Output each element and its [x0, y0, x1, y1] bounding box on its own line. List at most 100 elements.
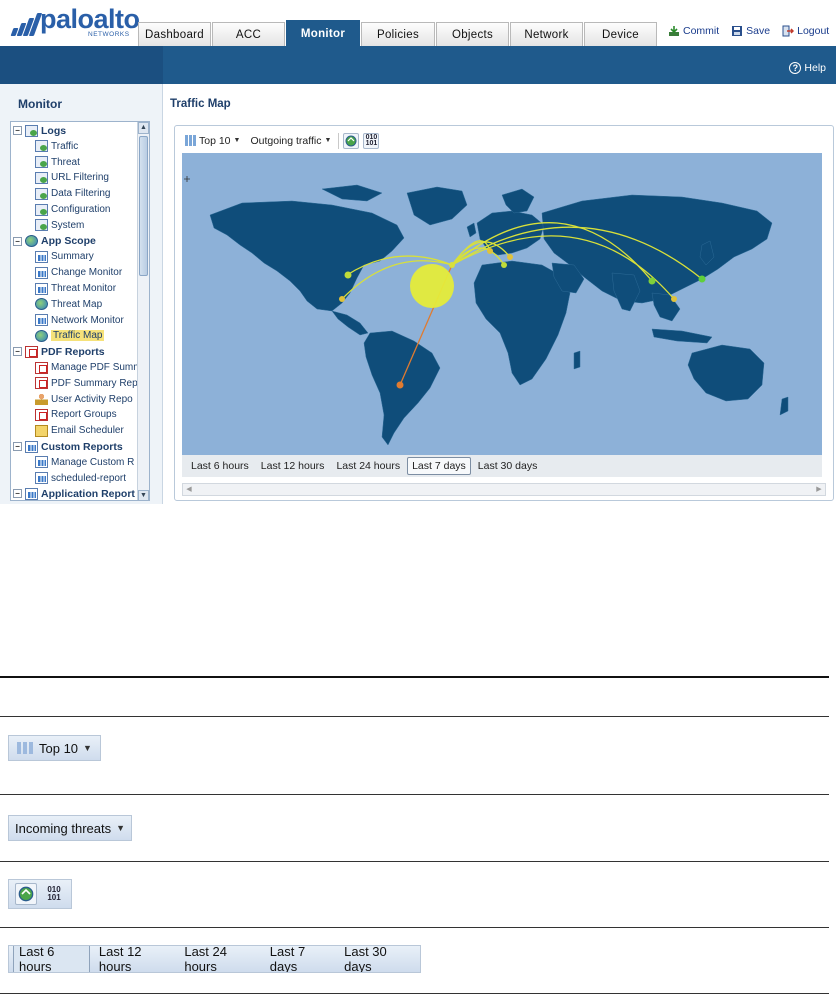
legend-header-row	[0, 678, 829, 717]
top-n-label: Top 10	[199, 134, 231, 147]
commit-button[interactable]: Commit	[668, 25, 719, 37]
user-icon	[35, 393, 48, 406]
legend-direction-label: Incoming threats	[15, 820, 112, 836]
tab-dashboard[interactable]: Dashboard	[138, 22, 211, 46]
tree-item[interactable]: Data Filtering	[35, 186, 110, 201]
legend-time-7d: Last 7 days	[269, 945, 306, 973]
tree-vertical-scrollbar[interactable]: ▲ ▼	[137, 122, 149, 500]
collapse-icon[interactable]: −	[13, 236, 22, 246]
tree-item[interactable]: Traffic Map	[35, 328, 105, 343]
tree-label: PDF Summary Rep	[51, 377, 138, 389]
globe-icon	[35, 298, 48, 311]
refresh-globe-icon	[15, 883, 37, 905]
tree-label: Threat	[51, 156, 80, 168]
tree-item[interactable]: Summary	[35, 249, 94, 264]
tree-label: System	[51, 219, 85, 231]
legend-time-6h: Last 6 hours	[13, 946, 90, 972]
tab-policies[interactable]: Policies	[361, 22, 435, 46]
tree-item[interactable]: System	[35, 218, 84, 233]
pdf-icon	[35, 408, 48, 421]
tree-label: PDF Reports	[41, 345, 105, 358]
time-range-7d[interactable]: Last 7 days	[407, 457, 471, 475]
scroll-left-icon[interactable]: ◀	[183, 484, 195, 495]
save-label: Save	[746, 25, 771, 37]
collapse-icon[interactable]: −	[13, 347, 22, 357]
time-range-30d[interactable]: Last 30 days	[473, 457, 543, 475]
binary-view-icon[interactable]: 010 101	[363, 132, 380, 149]
map-horizontal-scrollbar[interactable]: ◀ ▶	[182, 483, 826, 496]
direction-dropdown[interactable]: Outgoing traffic ▼	[247, 131, 334, 151]
time-range-6h[interactable]: Last 6 hours	[186, 457, 254, 475]
time-range-12h[interactable]: Last 12 hours	[256, 457, 330, 475]
tree-label: Threat Monitor	[51, 283, 117, 294]
tree-item[interactable]: Manage Custom R	[35, 455, 134, 470]
tab-device[interactable]: Device	[584, 22, 657, 46]
logout-icon	[782, 25, 795, 37]
chart-icon	[25, 487, 38, 500]
land-north-america	[209, 200, 405, 312]
land-scandinavia	[501, 188, 535, 214]
legend-direction-sample: Incoming threats ▼	[8, 815, 133, 841]
legend-time-24h: Last 24 hours	[184, 945, 227, 973]
tab-acc[interactable]: ACC	[212, 22, 285, 46]
collapse-icon[interactable]: −	[13, 442, 22, 451]
tree-item[interactable]: Manage PDF Summ	[35, 360, 142, 375]
bar-chart-icon	[17, 742, 33, 754]
tree-item[interactable]: User Activity Repo	[35, 392, 133, 407]
scroll-down-icon[interactable]: ▼	[138, 490, 149, 500]
tab-monitor[interactable]: Monitor	[286, 20, 360, 46]
monitor-tree: − Logs Traffic Threat URL Filtering Data Filt…	[10, 121, 150, 501]
legend-row-top-n: Top 10 ▼	[0, 717, 829, 795]
chevron-down-icon: ▼	[324, 137, 332, 144]
tree-item[interactable]: Threat	[35, 155, 80, 170]
paloalto-logo[interactable]: paloalto NETWORKS	[6, 4, 140, 44]
top-n-dropdown[interactable]: Top 10 ▼	[182, 131, 243, 151]
header-actions: Commit Save Logout	[668, 25, 829, 37]
globe-icon	[35, 329, 48, 342]
traffic-bubble-large	[410, 264, 454, 308]
help-button[interactable]: ? Help	[789, 62, 826, 74]
logo-text: paloalto	[40, 4, 140, 34]
crosshair-icon	[184, 176, 190, 182]
tree-item[interactable]: Network Monitor	[35, 313, 124, 328]
time-range-24h[interactable]: Last 24 hours	[331, 457, 405, 475]
tree-item[interactable]: Threat Monitor	[35, 281, 116, 296]
doc-icon	[35, 140, 48, 153]
collapse-icon[interactable]: −	[13, 489, 22, 499]
scroll-right-icon[interactable]: ▶	[813, 484, 825, 495]
tree-item[interactable]: Report Groups	[35, 407, 117, 422]
tree-item[interactable]: URL Filtering	[35, 170, 109, 185]
tree-label: Change Monitor	[51, 267, 123, 279]
tab-objects[interactable]: Objects	[436, 22, 509, 46]
scroll-up-icon[interactable]: ▲	[138, 122, 149, 134]
tree-group[interactable]: − Custom Reports	[13, 439, 123, 454]
world-map[interactable]	[182, 153, 822, 455]
globe-arrows-icon	[345, 135, 357, 146]
tree-group[interactable]: − Logs	[13, 123, 66, 138]
endpoint-europe-3	[507, 254, 513, 260]
logo-sub: NETWORKS	[88, 31, 130, 38]
refresh-globe-icon[interactable]	[343, 132, 360, 149]
legend-row-direction: Incoming threats ▼	[0, 795, 829, 862]
tree-group[interactable]: − Application Report	[13, 486, 135, 500]
tree-item[interactable]: Change Monitor	[35, 265, 122, 280]
collapse-icon[interactable]: −	[13, 126, 22, 135]
tree-item[interactable]: Email Scheduler	[35, 423, 124, 438]
endpoint-asia-1	[648, 277, 656, 285]
scroll-thumb[interactable]	[139, 136, 148, 276]
logout-button[interactable]: Logout	[782, 25, 829, 37]
tree-item[interactable]: Traffic	[35, 139, 78, 154]
tab-network[interactable]: Network	[510, 22, 583, 46]
chart-icon	[35, 250, 48, 263]
tree-group[interactable]: − App Scope	[13, 234, 96, 249]
tree-item[interactable]: Configuration	[35, 202, 110, 217]
tree-item[interactable]: PDF Summary Rep	[35, 376, 138, 391]
chart-icon	[35, 456, 48, 469]
chart-icon	[35, 266, 48, 279]
tree-item[interactable]: scheduled-report	[35, 471, 126, 486]
tree-item[interactable]: Threat Map	[35, 297, 102, 312]
tree-label: App Scope	[41, 235, 96, 248]
save-button[interactable]: Save	[731, 25, 770, 37]
tree-group[interactable]: − PDF Reports	[13, 344, 105, 359]
doc-icon	[35, 171, 48, 184]
